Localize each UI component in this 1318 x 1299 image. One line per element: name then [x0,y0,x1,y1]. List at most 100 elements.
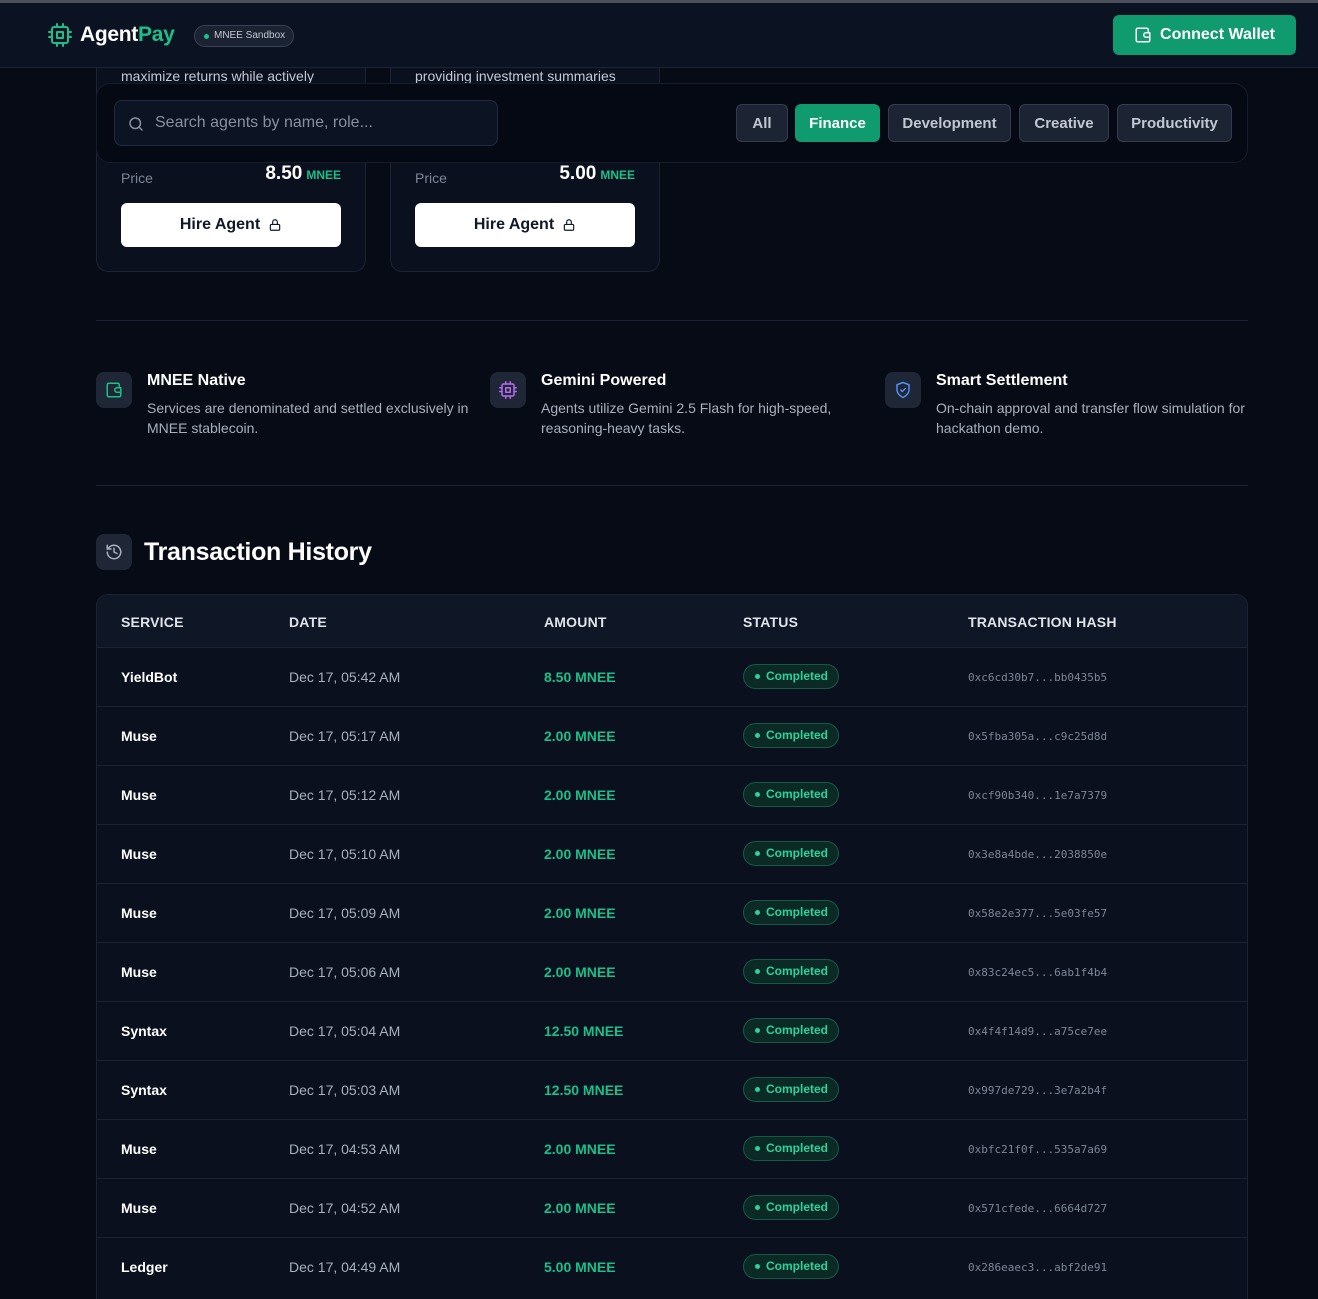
row-amount: 2.00 MNEE [544,964,616,980]
table-header: SERVICE DATE AMOUNT STATUS TRANSACTION H… [97,595,1247,647]
column-header-amount: AMOUNT [544,614,607,630]
status-dot [755,1205,760,1210]
row-date: Dec 17, 04:53 AM [289,1141,401,1157]
status-dot [755,910,760,915]
sandbox-label: MNEE Sandbox [214,30,286,41]
row-transaction-hash[interactable]: 0x997de729...3e7a2b4f [968,1084,1107,1097]
table-row[interactable]: Muse Dec 17, 05:17 AM 2.00 MNEE Completed 0x… [97,706,1247,765]
status-label: Completed [766,1141,829,1155]
row-transaction-hash[interactable]: 0x3e8a4bde...2038850e [968,848,1107,861]
row-transaction-hash[interactable]: 0x286eaec3...abf2de91 [968,1261,1107,1274]
row-service: Muse [121,1141,157,1157]
status-dot [755,674,760,679]
table-row[interactable]: Muse Dec 17, 05:09 AM 2.00 MNEE Completed 0x… [97,883,1247,942]
connect-wallet-button[interactable]: Connect Wallet [1113,15,1296,55]
column-header-service: SERVICE [121,614,184,630]
row-transaction-hash[interactable]: 0x58e2e377...5e03fe57 [968,907,1107,920]
feature-description: Services are denominated and settled exc… [147,400,469,436]
agent-card-description: providing investment summaries [415,68,616,84]
status-badge: Completed [743,959,840,984]
status-badge: Completed [743,900,840,925]
filter-chip-creative[interactable]: Creative [1019,104,1109,142]
agent-price-unit: MNEE [306,168,341,182]
column-header-transaction-hash: TRANSACTION HASH [968,614,1117,630]
table-row[interactable]: Syntax Dec 17, 05:03 AM 12.50 MNEE Complete… [97,1060,1247,1119]
transaction-table: SERVICE DATE AMOUNT STATUS TRANSACTION H… [96,594,1248,1299]
shield-check-icon [896,381,910,399]
row-amount: 8.50 MNEE [544,669,616,685]
row-date: Dec 17, 05:03 AM [289,1082,401,1098]
status-badge: Completed [743,1077,840,1102]
sandbox-badge: MNEE Sandbox [194,25,295,47]
status-label: Completed [766,787,829,801]
section-divider [96,485,1248,486]
row-transaction-hash[interactable]: 0x4f4f14d9...a75ce7ee [968,1025,1107,1038]
feature-description: Agents utilize Gemini 2.5 Flash for high… [541,400,832,436]
feature-title: Smart Settlement [936,372,1068,389]
section-divider [96,320,1248,321]
filter-chip-finance[interactable]: Finance [795,104,880,142]
column-header-status: STATUS [743,614,799,630]
cpu-icon [499,381,517,399]
status-dot [755,733,760,738]
status-dot [755,851,760,856]
row-transaction-hash[interactable]: 0xc6cd30b7...bb0435b5 [968,671,1107,684]
row-service: Muse [121,964,157,980]
search-input[interactable] [155,101,485,145]
lock-icon [563,219,575,231]
agent-price-label: Price [415,170,447,186]
table-row[interactable]: Ledger Dec 17, 04:49 AM 5.00 MNEE Completed… [97,1237,1247,1296]
status-dot [755,1087,760,1092]
row-transaction-hash[interactable]: 0xcf90b340...1e7a7379 [968,789,1107,802]
row-amount: 12.50 MNEE [544,1023,624,1039]
row-transaction-hash[interactable]: 0x5fba305a...c9c25d8d [968,730,1107,743]
cpu-chip-icon [48,23,72,47]
status-dot [755,792,760,797]
search-icon [129,117,143,131]
status-badge: Completed [743,1195,840,1220]
brand-logo[interactable]: AgentPay [48,23,175,47]
status-dot [755,1146,760,1151]
table-row[interactable]: Syntax Dec 17, 05:04 AM 12.50 MNEE Complete… [97,1001,1247,1060]
row-service: Syntax [121,1023,167,1039]
feature-icon-box [490,372,526,408]
table-row[interactable]: Muse Dec 17, 05:06 AM 2.00 MNEE Completed 0x… [97,942,1247,1001]
agent-price-label: Price [121,170,153,186]
table-row[interactable]: YieldBot Dec 17, 05:42 AM 8.50 MNEE Complet… [97,647,1247,706]
filter-chip-development[interactable]: Development [888,104,1011,142]
brand-name: AgentPay [80,23,175,46]
row-amount: 2.00 MNEE [544,728,616,744]
row-date: Dec 17, 05:17 AM [289,728,401,744]
row-service: Muse [121,728,157,744]
row-amount: 2.00 MNEE [544,846,616,862]
status-label: Completed [766,669,829,683]
wallet-icon [1135,27,1151,43]
agent-price-value: 5.00 [559,163,597,184]
status-dot [755,1264,760,1269]
hire-agent-button[interactable]: Hire Agent [415,203,635,247]
table-row[interactable]: Muse Dec 17, 05:12 AM 2.00 MNEE Completed 0x… [97,765,1247,824]
row-transaction-hash[interactable]: 0x83c24ec5...6ab1f4b4 [968,966,1107,979]
history-icon [106,544,122,560]
row-date: Dec 17, 05:04 AM [289,1023,401,1039]
filter-chip-productivity[interactable]: Productivity [1117,104,1232,142]
row-transaction-hash[interactable]: 0xbfc21f0f...535a7a69 [968,1143,1107,1156]
feature-icon-box [885,372,921,408]
table-row[interactable]: Muse Dec 17, 05:10 AM 2.00 MNEE Completed 0x… [97,824,1247,883]
row-service: Ledger [121,1259,168,1275]
filter-chip-all[interactable]: All [736,104,788,142]
table-row[interactable]: Muse Dec 17, 04:52 AM 2.00 MNEE Completed 0x… [97,1178,1247,1237]
row-service: Muse [121,846,157,862]
feature-title: Gemini Powered [541,372,667,389]
transaction-history-title: Transaction History [144,537,372,566]
status-label: Completed [766,964,829,978]
feature-title: MNEE Native [147,372,246,389]
status-badge: Completed [743,723,840,748]
row-service: Muse [121,787,157,803]
transaction-history-header: Transaction History [96,534,372,570]
status-label: Completed [766,1259,829,1273]
row-transaction-hash[interactable]: 0x571cfede...6664d727 [968,1202,1107,1215]
table-row[interactable]: Muse Dec 17, 04:53 AM 2.00 MNEE Completed 0x… [97,1119,1247,1178]
hire-agent-button[interactable]: Hire Agent [121,203,341,247]
row-service: Muse [121,1200,157,1216]
